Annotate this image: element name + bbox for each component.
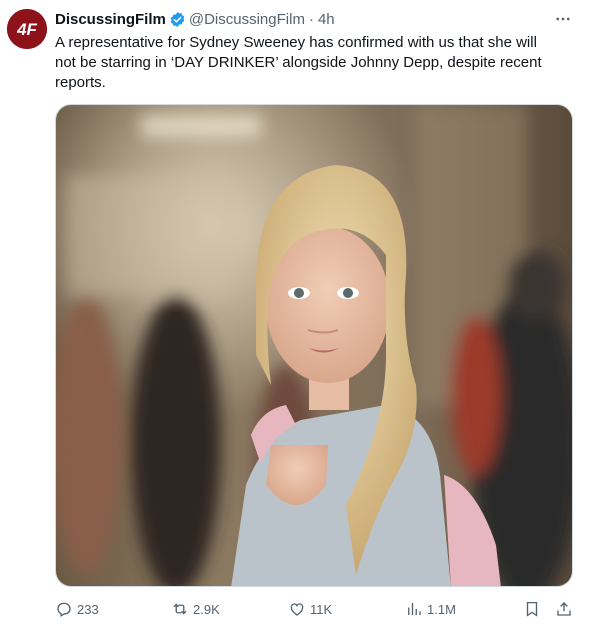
share-icon [557, 602, 571, 616]
views-count: 1.1M [427, 601, 456, 617]
views-button[interactable]: 1.1M [405, 598, 456, 620]
repost-icon [173, 603, 187, 615]
tweet-content: DiscussingFilm @DiscussingFilm · 4h A re… [55, 9, 575, 93]
timestamp[interactable]: 4h [318, 11, 335, 28]
like-count: 11K [310, 601, 333, 617]
avatar[interactable]: 4F [7, 9, 47, 49]
tweet-header: DiscussingFilm @DiscussingFilm · 4h [55, 9, 575, 29]
reply-button[interactable]: 233 [55, 598, 99, 620]
tweet[interactable]: 4F DiscussingFilm @DiscussingFilm · 4h A… [0, 0, 589, 629]
tweet-text: A representative for Sydney Sweeney has … [55, 34, 542, 91]
bookmark-icon [526, 601, 538, 617]
svg-text:4F: 4F [16, 20, 37, 39]
like-button[interactable]: 11K [288, 598, 332, 620]
account-name[interactable]: DiscussingFilm [55, 11, 166, 28]
account-handle[interactable]: @DiscussingFilm [189, 11, 305, 28]
tweet-photo[interactable] [55, 104, 573, 587]
tweet-actions: 233 2.9K 11K 1.1M [55, 598, 573, 620]
repost-count: 2.9K [193, 601, 220, 617]
separator-dot: · [308, 10, 314, 28]
bookmark-button[interactable] [523, 598, 541, 620]
repost-button[interactable]: 2.9K [171, 598, 220, 620]
more-dots-icon[interactable] [553, 9, 573, 29]
reply-icon [57, 602, 71, 617]
share-button[interactable] [555, 598, 573, 620]
reply-count: 233 [77, 601, 99, 617]
discussingfilm-logo-icon: 4F [7, 9, 47, 49]
views-chart-icon [408, 603, 421, 615]
heart-icon [290, 603, 304, 616]
verified-badge-icon [169, 11, 186, 28]
